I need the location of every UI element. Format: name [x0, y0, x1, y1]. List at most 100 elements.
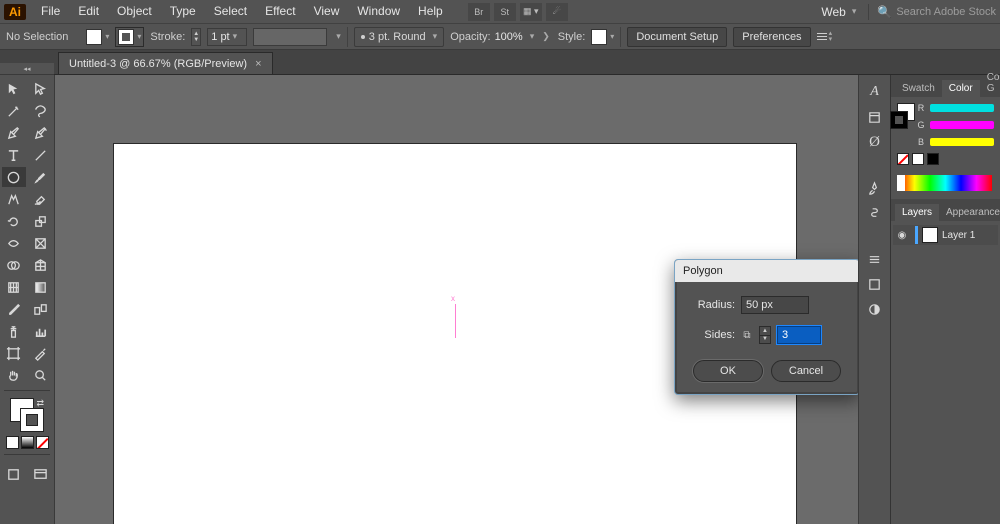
menu-view[interactable]: View	[305, 0, 349, 23]
dialog-titlebar[interactable]: Polygon	[675, 260, 858, 282]
stroke-weight-stepper[interactable]: ▲▼	[191, 28, 201, 46]
menu-effect[interactable]: Effect	[256, 0, 304, 23]
type-tool[interactable]	[2, 145, 26, 165]
free-transform-tool[interactable]	[29, 233, 53, 253]
eraser-tool[interactable]	[29, 189, 53, 209]
r-slider[interactable]	[930, 104, 994, 112]
color-solid-icon[interactable]	[6, 436, 19, 449]
blend-tool[interactable]	[29, 299, 53, 319]
polygon-tool[interactable]	[2, 167, 26, 187]
stroke-weight-field[interactable]: 1 pt▾	[207, 28, 247, 46]
close-icon[interactable]: ×	[255, 58, 261, 70]
opacity-value[interactable]: 100%	[495, 31, 523, 43]
black-swatch-icon[interactable]	[927, 153, 939, 165]
lasso-tool[interactable]	[29, 101, 53, 121]
mesh-tool[interactable]	[2, 277, 26, 297]
stroke-color-icon[interactable]	[20, 408, 44, 432]
tab-color-guide[interactable]: Color G	[980, 69, 1000, 97]
document-tab[interactable]: Untitled-3 @ 66.67% (RGB/Preview) ×	[58, 52, 273, 74]
column-graph-tool[interactable]	[29, 321, 53, 341]
white-swatch-icon[interactable]	[912, 153, 924, 165]
shape-builder-tool[interactable]	[2, 255, 26, 275]
brushes-panel-icon[interactable]	[861, 177, 889, 199]
stock-button[interactable]: St	[494, 3, 516, 21]
b-slider[interactable]	[930, 138, 994, 146]
arrange-documents-button[interactable]: ▦ ▾	[520, 3, 542, 21]
graphic-styles-panel-icon[interactable]	[861, 273, 889, 295]
properties-panel-icon[interactable]: A	[861, 81, 889, 103]
selection-tool[interactable]	[2, 79, 26, 99]
menu-file[interactable]: File	[32, 0, 69, 23]
brush-definition-dropdown[interactable]: 3 pt. Round ▾	[354, 27, 444, 47]
zoom-tool[interactable]	[29, 365, 53, 385]
transparency-panel-icon[interactable]	[861, 298, 889, 320]
glyphs-panel-icon[interactable]: Ø	[861, 131, 889, 153]
document-setup-button[interactable]: Document Setup	[627, 27, 727, 47]
sides-input[interactable]	[777, 326, 821, 344]
preferences-button[interactable]: Preferences	[733, 27, 810, 47]
stroke-panel-icon[interactable]	[861, 248, 889, 270]
curvature-tool[interactable]	[29, 123, 53, 143]
control-bar: No Selection ▾ ▾ Stroke: ▲▼ 1 pt▾ ▾ 3 pt…	[0, 23, 1000, 50]
cancel-button[interactable]: Cancel	[771, 360, 841, 382]
sides-stepper[interactable]: ▲▼	[759, 326, 771, 344]
width-tool[interactable]	[2, 233, 26, 253]
bridge-button[interactable]: Br	[468, 3, 490, 21]
tab-swatches[interactable]: Swatch	[895, 80, 942, 97]
libraries-panel-icon[interactable]	[861, 106, 889, 128]
menu-object[interactable]: Object	[108, 0, 161, 23]
none-swatch-icon[interactable]	[897, 153, 909, 165]
hand-tool[interactable]	[2, 365, 26, 385]
g-slider[interactable]	[930, 121, 994, 129]
direct-selection-tool[interactable]	[29, 79, 53, 99]
tab-layers[interactable]: Layers	[895, 204, 939, 221]
slice-tool[interactable]	[29, 343, 53, 363]
radius-input[interactable]	[741, 296, 809, 314]
rotate-tool[interactable]	[2, 211, 26, 231]
symbol-sprayer-tool[interactable]	[2, 321, 26, 341]
menu-select[interactable]: Select	[205, 0, 256, 23]
tab-appearance[interactable]: Appearance	[939, 204, 1000, 221]
draw-normal-icon[interactable]	[2, 464, 26, 484]
brush-dot-icon	[361, 35, 365, 39]
stock-search[interactable]: 🔍 Search Adobe Stock	[877, 5, 996, 19]
color-gradient-icon[interactable]	[21, 436, 34, 449]
graphic-style-dropdown[interactable]: ▾	[591, 29, 614, 45]
stroke-swatch-dropdown[interactable]: ▾	[115, 27, 144, 47]
link-icon[interactable]: ⧉	[741, 326, 753, 344]
workspace-switcher[interactable]: Web ▾	[821, 5, 856, 19]
visibility-icon[interactable]: ◉	[895, 230, 909, 241]
canvas-area[interactable]: x Polygon Radius: Sides: ⧉ ▲▼	[55, 75, 858, 524]
tab-color[interactable]: Color	[942, 80, 980, 97]
artboard-tool[interactable]	[2, 343, 26, 363]
fill-swatch-dropdown[interactable]: ▾	[86, 29, 109, 45]
menu-type[interactable]: Type	[161, 0, 205, 23]
menu-edit[interactable]: Edit	[69, 0, 108, 23]
shaper-tool[interactable]	[2, 189, 26, 209]
fill-stroke-indicator[interactable]: ⇄	[10, 398, 44, 432]
layer-row[interactable]: ◉ Layer 1	[893, 225, 998, 245]
menu-window[interactable]: Window	[348, 0, 409, 23]
align-flyout-icon[interactable]: ▴▾	[817, 31, 833, 43]
perspective-grid-tool[interactable]	[29, 255, 53, 275]
pen-tool[interactable]	[2, 123, 26, 143]
color-fill-stroke-icon[interactable]	[897, 103, 908, 129]
scale-tool[interactable]	[29, 211, 53, 231]
gradient-tool[interactable]	[29, 277, 53, 297]
variable-width-profile[interactable]	[253, 28, 327, 46]
eyedropper-tool[interactable]	[2, 299, 26, 319]
paintbrush-tool[interactable]	[29, 167, 53, 187]
spectrum-picker[interactable]	[899, 175, 992, 191]
screen-mode-icon[interactable]	[29, 464, 53, 484]
layer-name[interactable]: Layer 1	[942, 230, 975, 241]
line-segment-tool[interactable]	[29, 145, 53, 165]
symbols-panel-icon[interactable]	[861, 202, 889, 224]
swap-fill-stroke-icon[interactable]: ⇄	[36, 398, 44, 409]
toolbox-collapse-icon[interactable]: ◂◂	[0, 63, 54, 75]
ok-button[interactable]: OK	[693, 360, 763, 382]
menu-help[interactable]: Help	[409, 0, 452, 23]
gpu-preview-button[interactable]: ☄	[546, 3, 568, 21]
color-none-icon[interactable]	[36, 436, 49, 449]
magic-wand-tool[interactable]	[2, 101, 26, 121]
layer-thumbnail	[922, 227, 938, 243]
